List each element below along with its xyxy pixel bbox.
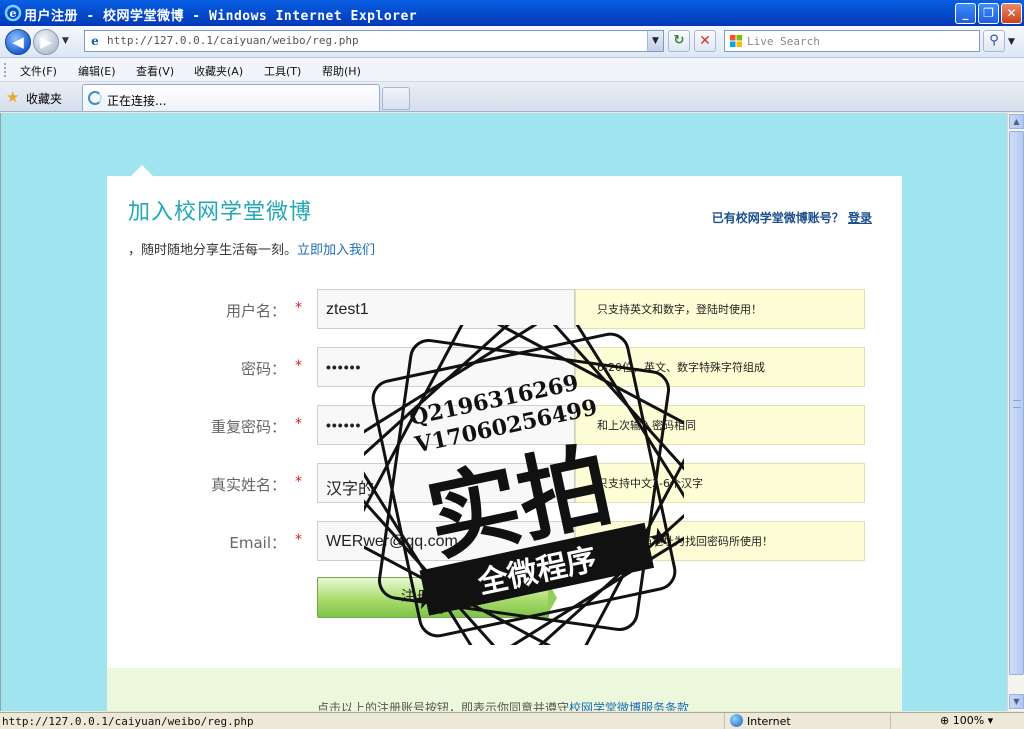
subline: ，随时随地分享生活每一刻。立即加入我们 [128, 239, 375, 258]
back-button[interactable]: ◀ [5, 29, 31, 55]
required-mark: * [295, 416, 302, 432]
arrow-left-icon: ◀ [12, 33, 24, 51]
history-dropdown-icon[interactable]: ▼ [62, 36, 69, 46]
username-input[interactable]: ztest1 [317, 289, 575, 329]
scroll-up-icon[interactable]: ▲ [1009, 114, 1024, 129]
email-label: Email： [229, 534, 286, 552]
card-notch [131, 165, 153, 176]
join-link[interactable]: 立即加入我们 [297, 243, 375, 258]
registration-card: 加入校网学堂微博 已有校网学堂微博账号？ 登录 ，随时随地分享生活每一刻。立即加… [107, 176, 902, 711]
page-viewport: 加入校网学堂微博 已有校网学堂微博账号？ 登录 ，随时随地分享生活每一刻。立即加… [0, 113, 1007, 711]
menu-help[interactable]: 帮助(H) [322, 63, 361, 79]
scroll-thumb[interactable] [1009, 131, 1024, 675]
form-row-password: 密码： * •••••• 6-20位，英文、数字特殊字符组成 [107, 347, 902, 387]
password-hint: 6-20位，英文、数字特殊字符组成 [575, 347, 865, 387]
tab-label: 正在连接... [107, 94, 167, 108]
page-title: 加入校网学堂微博 [128, 200, 313, 225]
menu-tools[interactable]: 工具(T) [264, 63, 301, 79]
email-hint: 重要：邮箱地址为找回密码所使用！ [575, 521, 865, 561]
username-hint: 只支持英文和数字，登陆时使用！ [575, 289, 865, 329]
password-input[interactable]: •••••• [317, 347, 575, 387]
window-title: 用户注册 - 校网学堂微博 - Windows Internet Explore… [24, 9, 418, 24]
required-mark: * [295, 300, 302, 316]
globe-icon [730, 714, 743, 727]
zoom-label: 100% [952, 714, 985, 727]
forward-button[interactable]: ▶ [33, 29, 59, 55]
realname-hint: 只支持中文2-6个汉字 [575, 463, 865, 503]
navigation-bar: ◀ ▶ ▼ e http://127.0.0.1/caiyuan/weibo/r… [0, 26, 1024, 58]
menu-bar: 文件(F) 编辑(E) 查看(V) 收藏夹(A) 工具(T) 帮助(H) [0, 58, 1024, 82]
login-hint: 已有校网学堂微博账号？ 登录 [712, 209, 872, 226]
realname-label: 真实姓名： [210, 476, 286, 494]
login-link[interactable]: 登录 [848, 211, 872, 225]
terms-text: 点击以上的注册账号按钮，即表示你同意并遵守校网学堂微博服务条款 [317, 699, 689, 711]
ie-logo-icon: e [4, 4, 22, 22]
favorites-label: 收藏夹 [26, 92, 63, 106]
hand-cursor-icon [430, 590, 446, 614]
address-url[interactable]: http://127.0.0.1/caiyuan/weibo/reg.php [107, 34, 359, 47]
window-titlebar: e 用户注册 - 校网学堂微博 - Windows Internet Explo… [0, 0, 1024, 26]
form-row-username: 用户名： * ztest1 只支持英文和数字，登陆时使用！ [107, 289, 902, 329]
tab-current[interactable]: 正在连接... [82, 84, 380, 111]
address-dropdown-icon[interactable]: ▼ [647, 31, 663, 51]
required-mark: * [295, 358, 302, 374]
security-zone[interactable]: Internet [730, 714, 791, 728]
form-row-email: Email： * WERwer@qq.com 重要：邮箱地址为找回密码所使用！ [107, 521, 902, 561]
magnifier-icon: ⚲ [989, 33, 999, 48]
address-bar[interactable]: e http://127.0.0.1/caiyuan/weibo/reg.php… [84, 30, 664, 52]
repeat-password-hint: 和上次输入密码相同 [575, 405, 865, 445]
arrow-right-icon: ▶ [40, 33, 52, 51]
tab-bar: ★ 收藏夹 正在连接... [0, 82, 1024, 112]
svg-text:e: e [10, 7, 17, 20]
search-box[interactable]: Live Search [724, 30, 980, 52]
menu-edit[interactable]: 编辑(E) [78, 63, 116, 79]
star-icon: ★ [6, 88, 20, 106]
new-tab-button[interactable] [382, 87, 410, 110]
zoom-level[interactable]: ⊕ 100% ▾ [940, 714, 993, 727]
required-mark: * [295, 474, 302, 490]
menu-view[interactable]: 查看(V) [136, 63, 174, 79]
realname-input[interactable]: 汉字的 [317, 463, 575, 503]
close-button[interactable]: ✕ [1001, 3, 1022, 24]
menu-favorites[interactable]: 收藏夹(A) [194, 63, 243, 79]
page-icon: e [91, 34, 99, 48]
zone-label: Internet [747, 715, 791, 728]
status-bar: http://127.0.0.1/caiyuan/weibo/reg.php I… [0, 712, 1024, 729]
minimize-button[interactable]: _ [955, 3, 976, 24]
login-hint-text: 已有校网学堂微博账号？ [711, 211, 844, 225]
thumb-grip [1013, 400, 1021, 408]
vertical-scrollbar[interactable]: ▲ ▼ [1007, 113, 1024, 711]
terms-prefix: 点击以上的注册账号按钮，即表示你同意并遵守 [317, 701, 570, 711]
refresh-button[interactable]: ↻ [668, 30, 690, 52]
status-separator [724, 713, 725, 729]
required-mark: * [295, 532, 302, 548]
repeat-password-label: 重复密码： [210, 418, 286, 436]
password-label: 密码： [240, 360, 286, 378]
status-separator [890, 713, 891, 729]
status-url: http://127.0.0.1/caiyuan/weibo/reg.php [2, 715, 254, 728]
terms-link[interactable]: 校网学堂微博服务条款 [569, 701, 689, 711]
form-row-repeat-password: 重复密码： * •••••• 和上次输入密码相同 [107, 405, 902, 445]
search-button[interactable]: ⚲ [983, 30, 1005, 52]
form-row-realname: 真实姓名： * 汉字的 只支持中文2-6个汉字 [107, 463, 902, 503]
subline-text: ，随时随地分享生活每一刻。 [128, 243, 298, 258]
terms-footer: 点击以上的注册账号按钮，即表示你同意并遵守校网学堂微博服务条款 [107, 668, 902, 711]
button-arrow-tip [548, 582, 557, 614]
loading-icon [88, 91, 102, 105]
windows-flag-icon [730, 35, 742, 47]
search-options-icon[interactable]: ▼ [1008, 37, 1015, 47]
scroll-down-icon[interactable]: ▼ [1009, 694, 1024, 709]
menu-file[interactable]: 文件(F) [20, 63, 57, 79]
toolbar-grip [4, 63, 7, 77]
search-placeholder[interactable]: Live Search [747, 35, 820, 48]
stop-button[interactable]: ✕ [694, 30, 716, 52]
maximize-button[interactable]: ❐ [978, 3, 999, 24]
email-input[interactable]: WERwer@qq.com [317, 521, 575, 561]
refresh-icon: ↻ [673, 33, 685, 48]
username-label: 用户名： [225, 302, 286, 320]
stop-icon: ✕ [699, 33, 711, 49]
repeat-password-input[interactable]: •••••• [317, 405, 575, 445]
